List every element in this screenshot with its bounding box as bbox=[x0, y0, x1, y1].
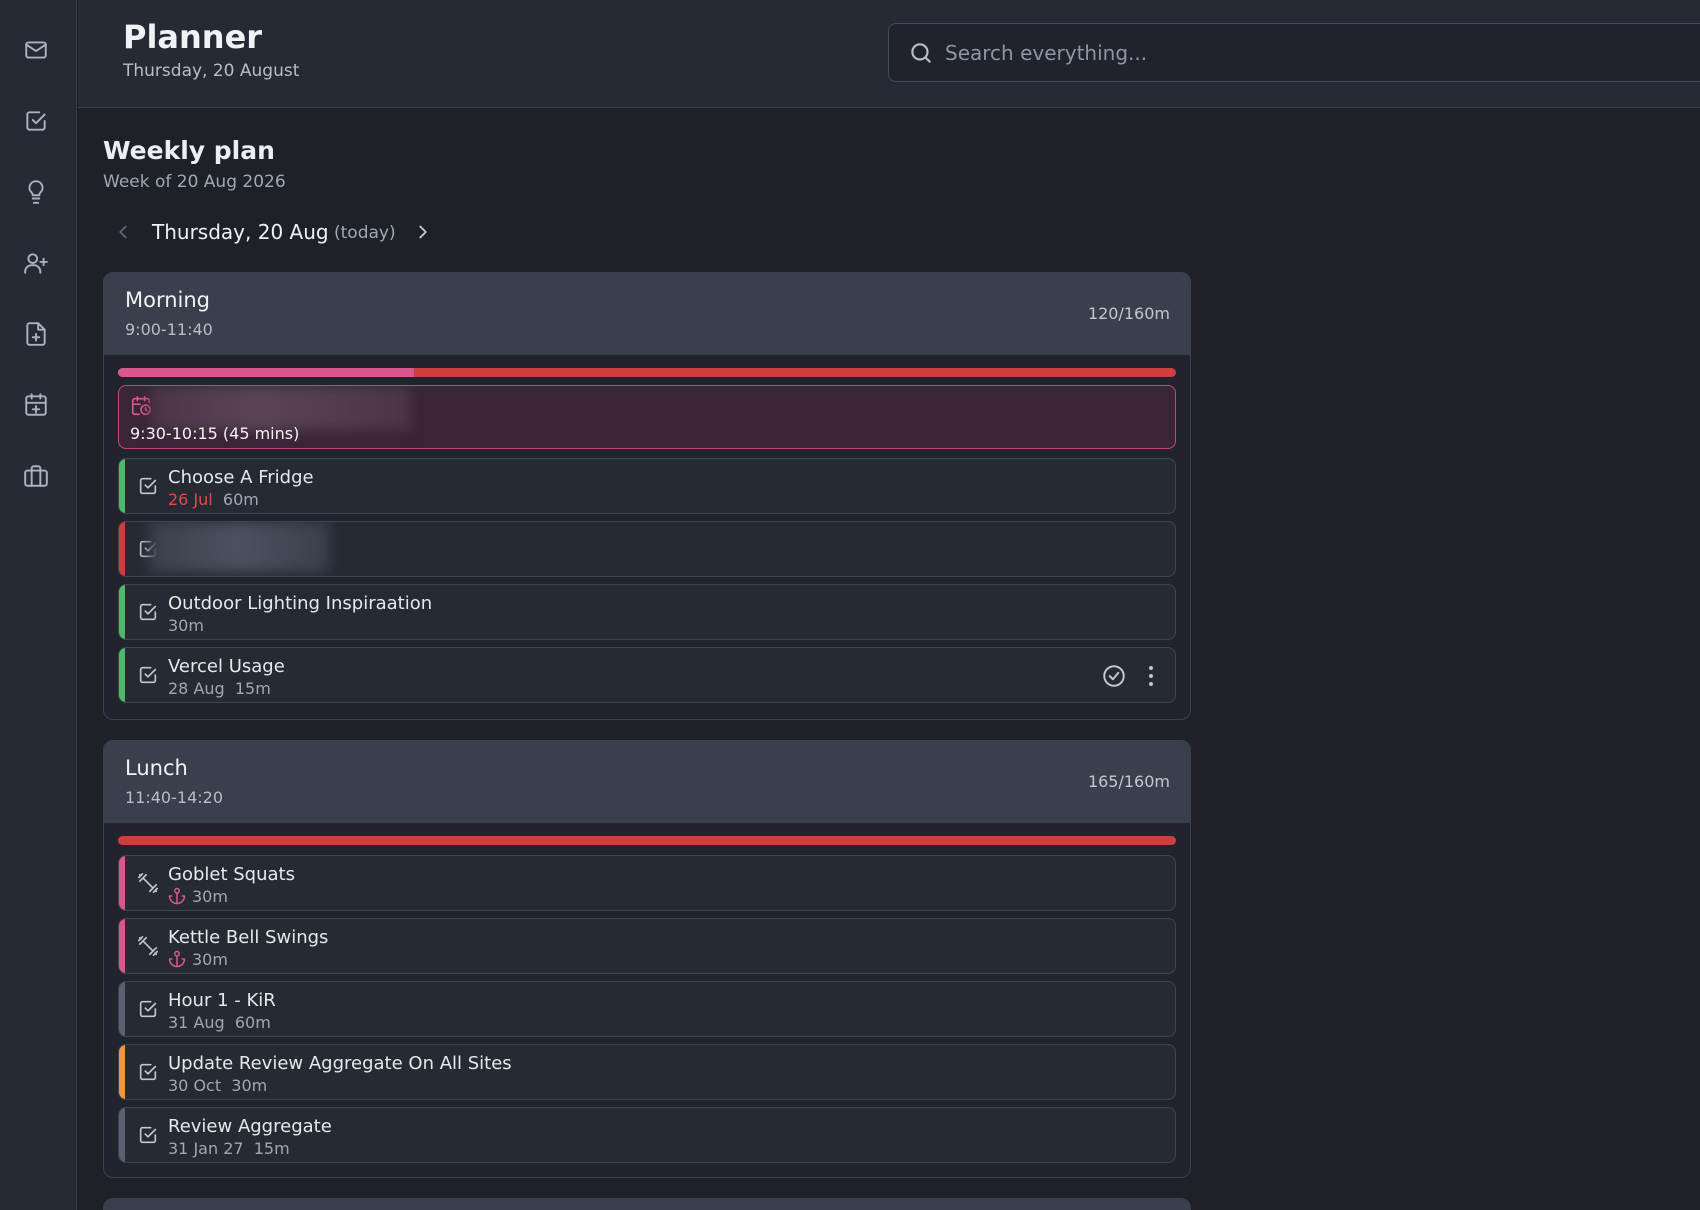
task-priority-stripe bbox=[119, 982, 125, 1036]
block-time: 9:00-11:40 bbox=[125, 320, 213, 339]
dumbbell-icon[interactable] bbox=[137, 872, 159, 894]
task-duration: 30m bbox=[168, 616, 204, 635]
capacity-progress-bar bbox=[118, 368, 1176, 377]
complete-task-icon[interactable] bbox=[1101, 663, 1127, 689]
search-input[interactable] bbox=[945, 38, 1685, 68]
user-plus-icon[interactable] bbox=[22, 249, 50, 277]
app-date: Thursday, 20 August bbox=[123, 61, 300, 81]
task-checkbox-icon[interactable] bbox=[137, 664, 159, 686]
briefcase-icon[interactable] bbox=[22, 462, 50, 490]
today-indicator: (today) bbox=[334, 223, 396, 243]
task-name: Outdoor Lighting Inspiraation bbox=[168, 593, 433, 614]
task-actions bbox=[1101, 662, 1167, 690]
task-priority-stripe bbox=[119, 919, 125, 973]
task-name: Vercel Usage bbox=[168, 656, 285, 677]
time-block-header[interactable]: Morning 9:00-11:40 120/160m bbox=[104, 273, 1190, 355]
task-item[interactable]: Vercel Usage 28 Aug 15m bbox=[118, 647, 1176, 703]
time-block-header[interactable]: Lunch 11:40-14:20 165/160m bbox=[104, 741, 1190, 823]
day-navigator: Thursday, 20 Aug (today) bbox=[112, 218, 442, 248]
block-name: Lunch bbox=[125, 756, 188, 780]
more-vertical-icon[interactable] bbox=[1145, 663, 1157, 689]
header: Planner Thursday, 20 August bbox=[78, 0, 1700, 108]
task-name: Choose A Fridge bbox=[168, 467, 314, 488]
sidebar bbox=[0, 0, 77, 1210]
capacity-progress-fill bbox=[118, 368, 415, 377]
mail-icon[interactable] bbox=[22, 36, 50, 64]
checkbox-icon[interactable] bbox=[22, 107, 50, 135]
calendar-plus-icon[interactable] bbox=[22, 391, 50, 419]
task-item[interactable]: Kettle Bell Swings 30m bbox=[118, 918, 1176, 974]
task-item[interactable]: Hour 1 - KiR 31 Aug 60m bbox=[118, 981, 1176, 1037]
task-due-date: 31 Jan 27 bbox=[168, 1139, 244, 1158]
task-due-date: 26 Jul bbox=[168, 490, 213, 509]
task-item[interactable]: Outdoor Lighting Inspiraation 30m bbox=[118, 584, 1176, 640]
task-duration: 30m bbox=[192, 950, 228, 969]
task-checkbox-icon[interactable] bbox=[137, 475, 159, 497]
block-capacity: 120/160m bbox=[1087, 304, 1170, 323]
task-meta: 30m bbox=[168, 616, 204, 635]
chevron-left-icon[interactable] bbox=[112, 221, 134, 243]
task-priority-stripe bbox=[119, 459, 125, 513]
task-meta: 31 Jan 27 15m bbox=[168, 1139, 290, 1158]
calendar-clock-icon bbox=[130, 395, 152, 417]
task-name: Goblet Squats bbox=[168, 864, 295, 885]
task-priority-stripe bbox=[119, 856, 125, 910]
time-block-lunch: Lunch 11:40-14:20 165/160m Goblet Squats… bbox=[103, 740, 1191, 1178]
task-meta: 28 Aug 15m bbox=[168, 679, 271, 698]
task-duration: 30m bbox=[231, 1076, 268, 1095]
time-block-next bbox=[103, 1198, 1191, 1210]
task-priority-stripe bbox=[119, 522, 125, 576]
task-meta: 26 Jul 60m bbox=[168, 490, 259, 509]
task-duration: 15m bbox=[234, 679, 271, 698]
current-day-label: Thursday, 20 Aug bbox=[152, 220, 329, 244]
task-name: Kettle Bell Swings bbox=[168, 927, 329, 948]
calendar-event[interactable]: 9:30-10:15 (45 mins) bbox=[118, 385, 1176, 449]
app-title: Planner bbox=[123, 18, 263, 56]
task-checkbox-icon[interactable] bbox=[137, 601, 159, 623]
capacity-progress-bar bbox=[118, 836, 1176, 845]
task-item[interactable]: Choose A Fridge 26 Jul 60m bbox=[118, 458, 1176, 514]
anchor-icon bbox=[168, 887, 186, 905]
task-duration: 30m bbox=[192, 887, 228, 906]
page-subtitle: Week of 20 Aug 2026 bbox=[103, 172, 286, 192]
task-meta: 30m bbox=[168, 950, 228, 969]
time-block-morning: Morning 9:00-11:40 120/160m 9:30-10:15 (… bbox=[103, 272, 1191, 720]
block-name: Morning bbox=[125, 288, 211, 312]
file-plus-icon[interactable] bbox=[22, 320, 50, 348]
task-checkbox-icon[interactable] bbox=[137, 998, 159, 1020]
task-item[interactable]: Goblet Squats 30m bbox=[118, 855, 1176, 911]
task-checkbox-icon[interactable] bbox=[137, 1061, 159, 1083]
task-checkbox-icon[interactable] bbox=[137, 1124, 159, 1146]
task-name: Hour 1 - KiR bbox=[168, 990, 276, 1011]
page-title: Weekly plan bbox=[103, 136, 275, 165]
task-item[interactable]: Update Review Aggregate On All Sites 30 … bbox=[118, 1044, 1176, 1100]
task-meta: 30m bbox=[168, 887, 228, 906]
task-priority-stripe bbox=[119, 1045, 125, 1099]
lightbulb-icon[interactable] bbox=[22, 178, 50, 206]
task-name: Review Aggregate bbox=[168, 1116, 332, 1137]
task-priority-stripe bbox=[119, 1108, 125, 1162]
block-capacity: 165/160m bbox=[1087, 772, 1170, 791]
task-duration: 15m bbox=[253, 1139, 290, 1158]
task-name: Update Review Aggregate On All Sites bbox=[168, 1053, 512, 1074]
search-box[interactable] bbox=[888, 23, 1700, 82]
anchor-icon bbox=[168, 950, 186, 968]
chevron-right-icon[interactable] bbox=[412, 221, 434, 243]
search-icon bbox=[908, 40, 934, 66]
task-item[interactable] bbox=[118, 521, 1176, 577]
block-time: 11:40-14:20 bbox=[125, 788, 223, 807]
task-meta: 30 Oct 30m bbox=[168, 1076, 267, 1095]
task-duration: 60m bbox=[222, 490, 259, 509]
task-meta: 31 Aug 60m bbox=[168, 1013, 271, 1032]
task-duration: 60m bbox=[234, 1013, 271, 1032]
task-item[interactable]: Review Aggregate 31 Jan 27 15m bbox=[118, 1107, 1176, 1163]
task-priority-stripe bbox=[119, 648, 125, 702]
event-time: 9:30-10:15 (45 mins) bbox=[130, 424, 300, 443]
task-due-date: 30 Oct bbox=[168, 1076, 222, 1095]
redacted-task-title bbox=[149, 522, 329, 572]
task-priority-stripe bbox=[119, 585, 125, 639]
task-due-date: 28 Aug bbox=[168, 679, 225, 698]
dumbbell-icon[interactable] bbox=[137, 935, 159, 957]
task-due-date: 31 Aug bbox=[168, 1013, 225, 1032]
